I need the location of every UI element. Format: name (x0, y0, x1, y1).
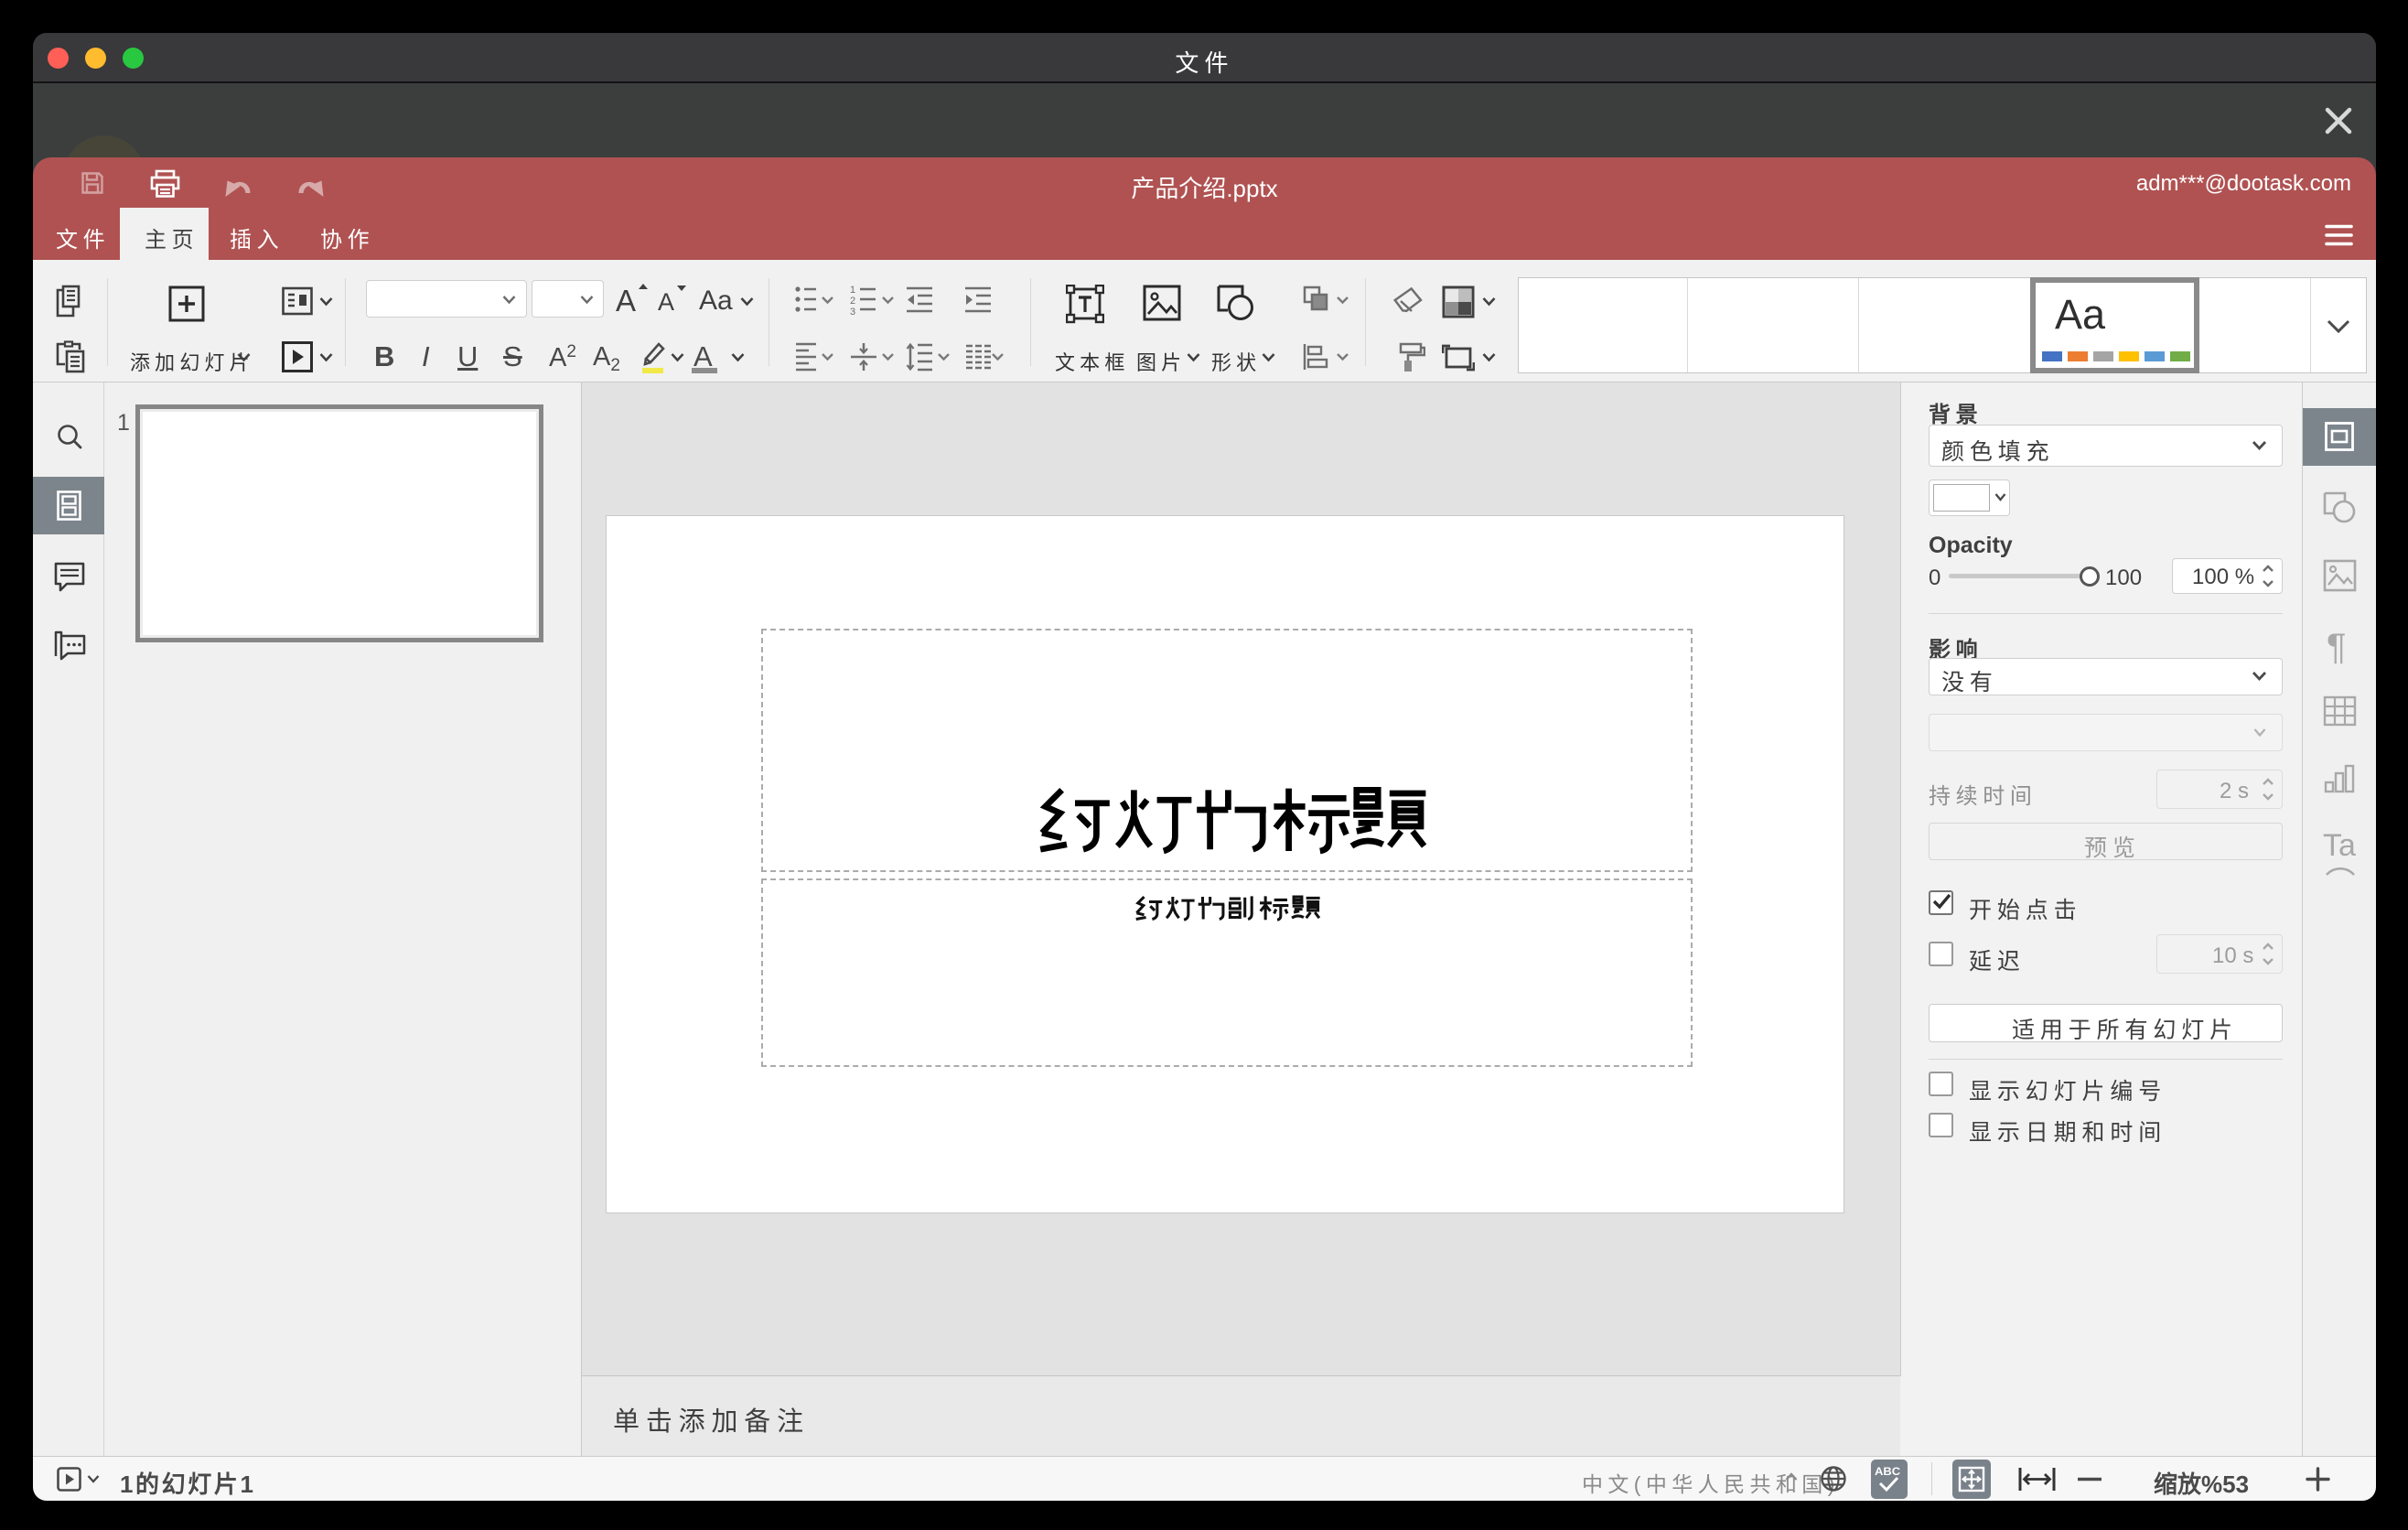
svg-text:1: 1 (850, 285, 855, 296)
svg-text:2: 2 (850, 296, 855, 307)
svg-text:3: 3 (850, 307, 855, 316)
